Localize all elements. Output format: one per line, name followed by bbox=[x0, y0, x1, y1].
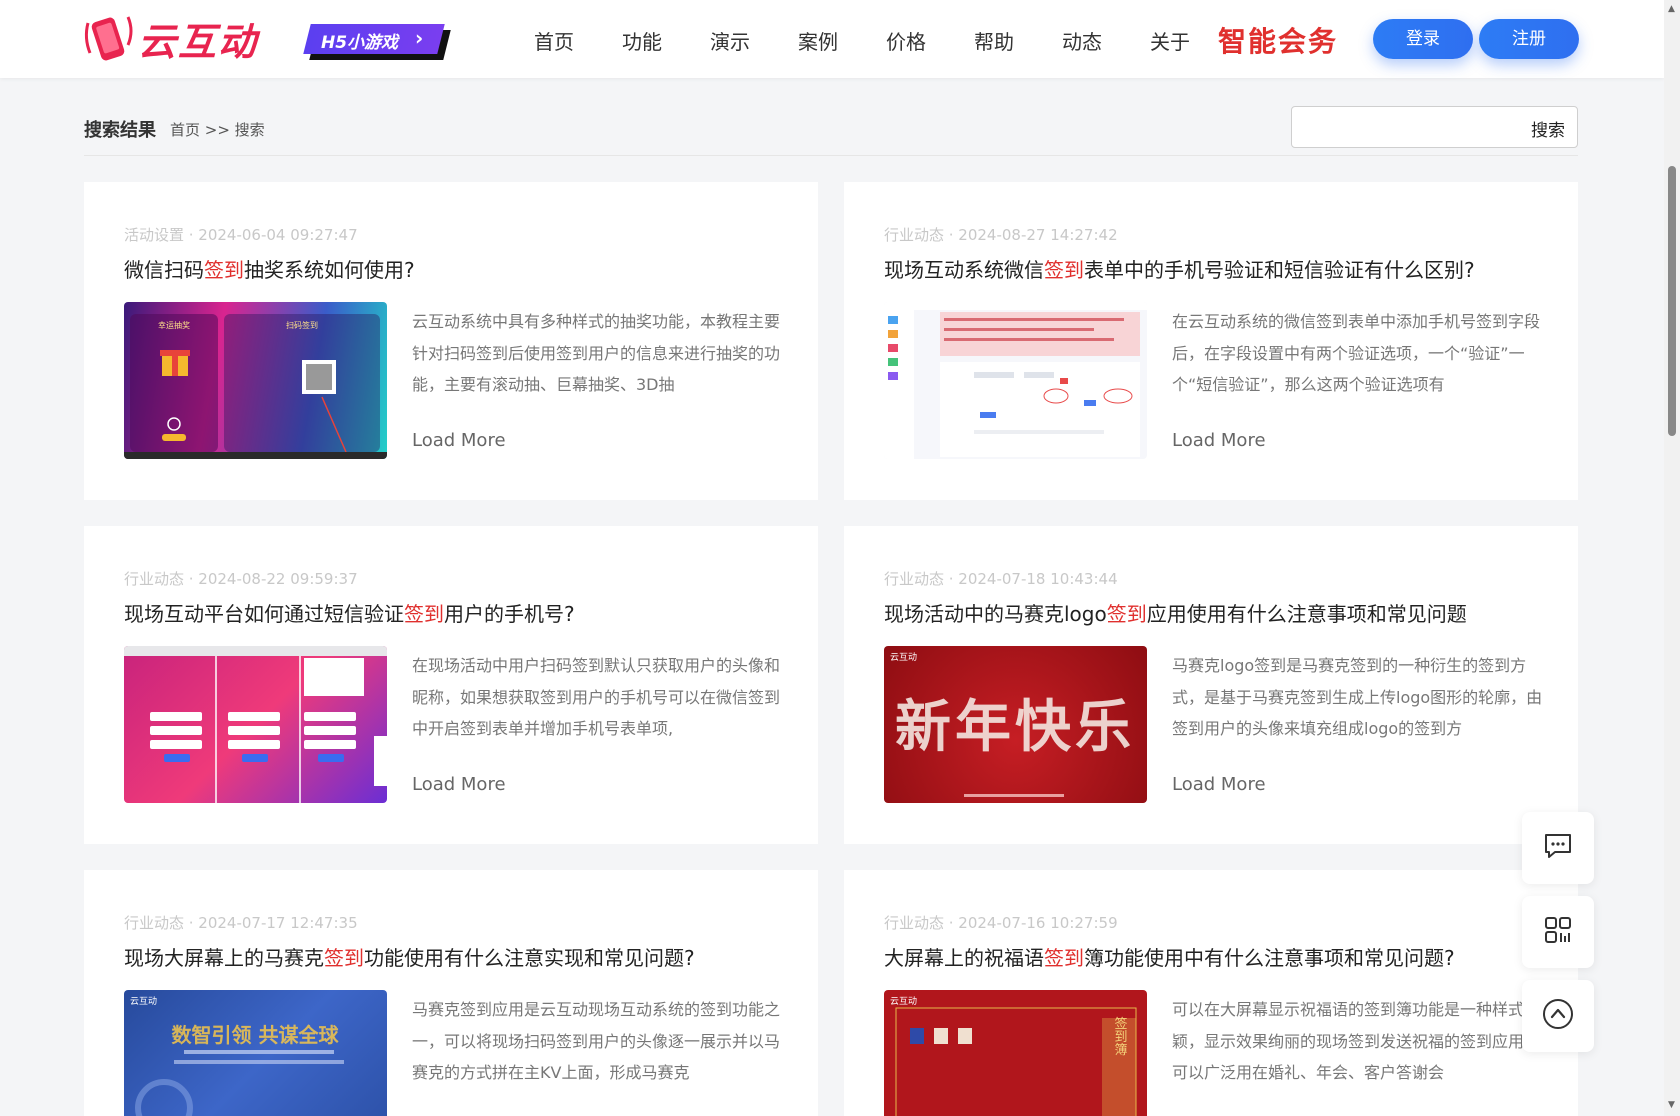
login-button[interactable]: 登录 bbox=[1373, 19, 1473, 59]
nav-home[interactable]: 首页 bbox=[510, 26, 598, 55]
article-thumbnail[interactable]: 幸运抽奖 扫码签到 bbox=[124, 302, 387, 459]
article-meta: 行业动态 · 2024-07-16 10:27:59 bbox=[884, 914, 1118, 932]
article-meta: 行业动态 · 2024-07-18 10:43:44 bbox=[884, 570, 1118, 588]
article-title[interactable]: 现场互动平台如何通过短信验证签到用户的手机号? bbox=[124, 598, 575, 627]
logo-phone-icon bbox=[82, 13, 134, 63]
article-card[interactable]: 行业动态 · 2024-07-16 10:27:59 大屏幕上的祝福语签到簿功能… bbox=[844, 870, 1578, 1116]
nav-features[interactable]: 功能 bbox=[598, 26, 686, 55]
article-title[interactable]: 现场活动中的马赛克logo签到应用使用有什么注意事项和常见问题 bbox=[884, 598, 1467, 627]
article-thumbnail[interactable]: 云互动 签到簿 bbox=[884, 990, 1147, 1116]
chat-button[interactable] bbox=[1522, 812, 1594, 884]
article-excerpt: 马赛克签到应用是云互动现场互动系统的签到功能之一，可以将现场扫码签到用户的头像逐… bbox=[412, 1000, 781, 1082]
thumb-brand: 云互动 bbox=[890, 652, 917, 663]
article-thumbnail[interactable] bbox=[884, 302, 1147, 459]
nav-about[interactable]: 关于 bbox=[1126, 26, 1214, 55]
article-card[interactable]: 行业动态 · 2024-08-22 09:59:37 现场互动平台如何通过短信验… bbox=[84, 526, 818, 844]
thumb-brand: 云互动 bbox=[890, 996, 917, 1007]
thumb-mosaic-text: 新年快乐 bbox=[895, 695, 1135, 760]
article-thumbnail[interactable]: 云互动 新年快乐 bbox=[884, 646, 1147, 803]
article-title[interactable]: 现场互动系统微信签到表单中的手机号验证和短信验证有什么区别? bbox=[884, 254, 1475, 283]
article-card[interactable]: 行业动态 · 2024-07-18 10:43:44 现场活动中的马赛克logo… bbox=[844, 526, 1578, 844]
article-meta: 行业动态 · 2024-08-22 09:59:37 bbox=[124, 570, 358, 588]
nav-help[interactable]: 帮助 bbox=[950, 26, 1038, 55]
article-meta: 行业动态 · 2024-08-27 14:27:42 bbox=[884, 226, 1118, 244]
article-title[interactable]: 现场大屏幕上的马赛克签到功能使用有什么注意实现和常见问题? bbox=[124, 942, 695, 971]
nav-pricing[interactable]: 价格 bbox=[862, 26, 950, 55]
article-card[interactable]: 行业动态 · 2024-07-17 12:47:35 现场大屏幕上的马赛克签到功… bbox=[84, 870, 818, 1116]
article-meta: 活动设置 · 2024-06-04 09:27:47 bbox=[124, 226, 358, 244]
article-excerpt: 云互动系统中具有多种样式的抽奖功能，本教程主要针对扫码签到后使用签到用户的信息来… bbox=[412, 312, 781, 394]
h5-games-badge[interactable]: H5小游戏 › bbox=[303, 24, 451, 60]
article-thumbnail[interactable]: 云互动 数智引领 共谋全球 bbox=[124, 990, 387, 1116]
page-title: 搜索结果 bbox=[84, 120, 156, 141]
thumb-label-scan: 扫码签到 bbox=[286, 320, 318, 330]
article-card[interactable]: 行业动态 · 2024-08-27 14:27:42 现场互动系统微信签到表单中… bbox=[844, 182, 1578, 500]
thumb-headline: 数智引领 共谋全球 bbox=[172, 1023, 340, 1047]
thumb-guestbook-text: 签到簿 bbox=[1112, 1016, 1128, 1056]
search-input[interactable] bbox=[1300, 113, 1510, 141]
load-more-link[interactable]: Load More bbox=[412, 774, 506, 795]
back-to-top-icon bbox=[1541, 997, 1575, 1035]
thumb-label-lottery: 幸运抽奖 bbox=[158, 320, 190, 330]
article-thumbnail[interactable] bbox=[124, 646, 387, 803]
nav-news[interactable]: 动态 bbox=[1038, 26, 1126, 55]
load-more-link[interactable]: Load More bbox=[412, 430, 506, 451]
load-more-link[interactable]: Load More bbox=[1172, 774, 1266, 795]
load-more-link[interactable]: Load More bbox=[1172, 430, 1266, 451]
breadcrumb[interactable]: 首页 >> 搜索 bbox=[170, 119, 265, 140]
thumb-brand: 云互动 bbox=[130, 996, 157, 1007]
search-box: 搜索 bbox=[1291, 106, 1578, 148]
qrcode-icon bbox=[1543, 915, 1573, 949]
article-title[interactable]: 微信扫码签到抽奖系统如何使用? bbox=[124, 254, 415, 283]
back-to-top-button[interactable] bbox=[1522, 980, 1594, 1052]
page-scrollbar[interactable]: ▲ ▼ bbox=[1664, 0, 1680, 1116]
header: 云互动 H5小游戏 › 首页 功能 演示 案例 价格 帮助 动态 关于 智能会务… bbox=[0, 0, 1664, 78]
article-meta: 行业动态 · 2024-07-17 12:47:35 bbox=[124, 914, 358, 932]
main-nav: 首页 功能 演示 案例 价格 帮助 动态 关于 bbox=[510, 26, 1214, 55]
article-excerpt: 马赛克logo签到是马赛克签到的一种衍生的签到方式，是基于马赛克签到生成上传lo… bbox=[1172, 656, 1543, 738]
scroll-up-icon[interactable]: ▲ bbox=[1668, 4, 1675, 14]
nav-demo[interactable]: 演示 bbox=[686, 26, 774, 55]
search-results-bar: 搜索结果 首页 >> 搜索 搜索 bbox=[84, 104, 1578, 156]
h5-games-label: H5小游戏 bbox=[321, 33, 399, 53]
article-excerpt: 在云互动系统的微信签到表单中添加手机号签到字段后，在字段设置中有两个验证选项，一… bbox=[1172, 312, 1541, 394]
search-button[interactable]: 搜索 bbox=[1531, 116, 1565, 141]
nav-smart-meeting[interactable]: 智能会务 bbox=[1218, 20, 1338, 60]
article-title[interactable]: 大屏幕上的祝福语签到簿功能使用中有什么注意事项和常见问题? bbox=[884, 942, 1455, 971]
nav-cases[interactable]: 案例 bbox=[774, 26, 862, 55]
scrollbar-thumb[interactable] bbox=[1668, 166, 1676, 436]
qrcode-button[interactable] bbox=[1522, 896, 1594, 968]
register-button[interactable]: 注册 bbox=[1479, 19, 1579, 59]
logo-text: 云互动 bbox=[138, 19, 259, 64]
scroll-down-icon[interactable]: ▼ bbox=[1668, 1100, 1675, 1110]
logo[interactable]: 云互动 bbox=[82, 12, 258, 64]
chevron-right-icon: › bbox=[415, 26, 424, 50]
article-excerpt: 可以在大屏幕显示祝福语的签到簿功能是一种样式新颖，显示效果绚丽的现场签到发送祝福… bbox=[1172, 1000, 1541, 1082]
article-card[interactable]: 活动设置 · 2024-06-04 09:27:47 微信扫码签到抽奖系统如何使… bbox=[84, 182, 818, 500]
article-excerpt: 在现场活动中用户扫码签到默认只获取用户的头像和昵称，如果想获取签到用户的手机号可… bbox=[412, 656, 781, 738]
message-icon bbox=[1543, 832, 1573, 864]
